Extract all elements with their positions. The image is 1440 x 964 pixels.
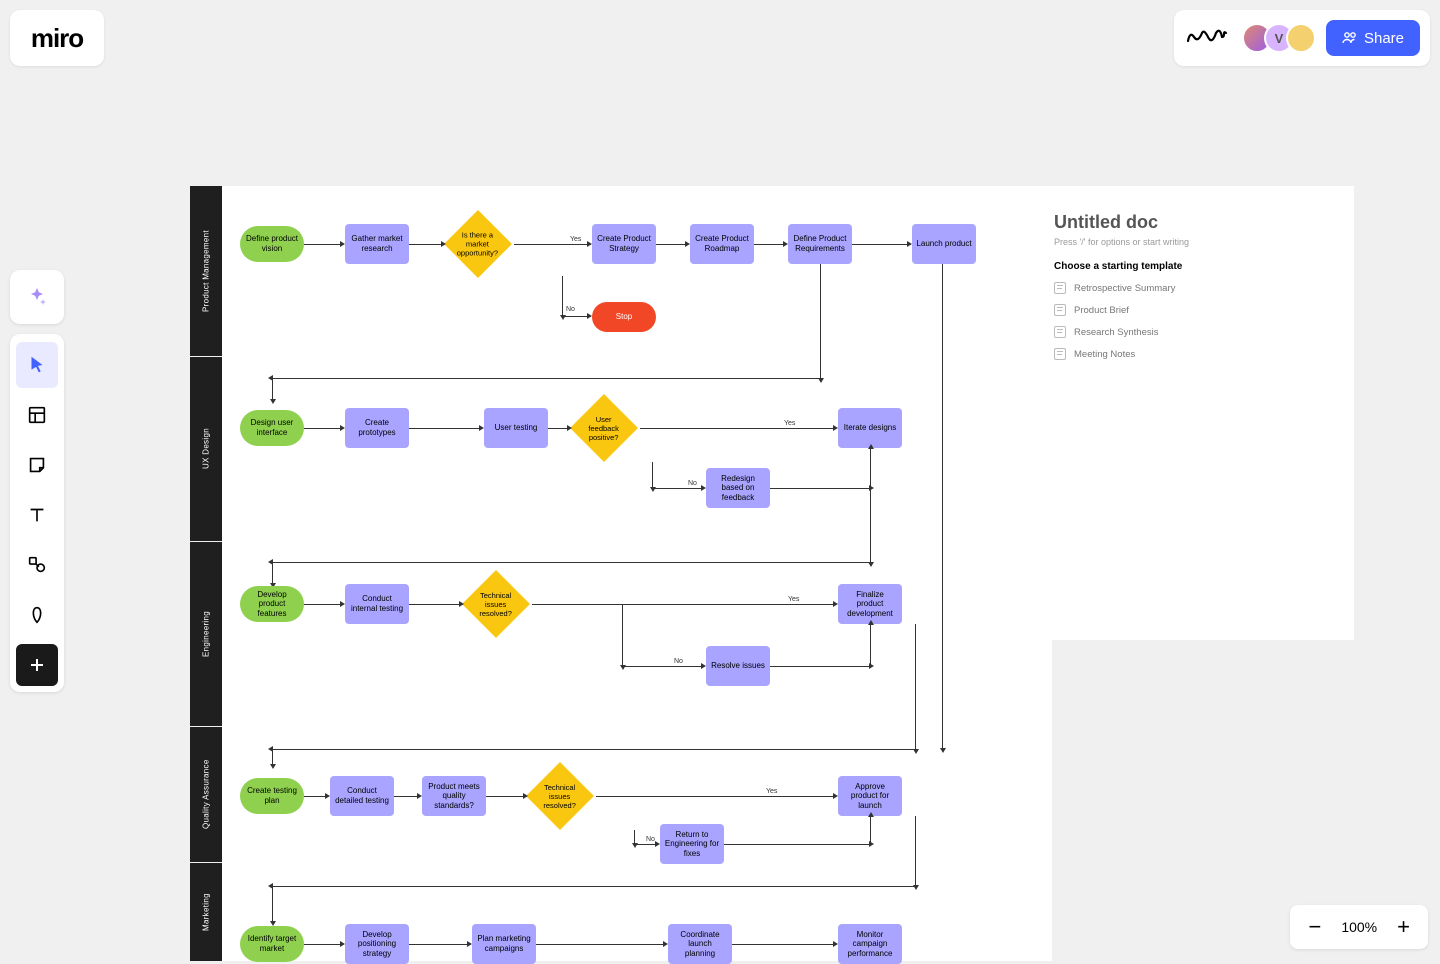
eng-resolve[interactable]: Resolve issues — [706, 646, 770, 686]
pm-req[interactable]: Define Product Requirements — [788, 224, 852, 264]
sparkle-icon — [25, 285, 49, 309]
lane-ux-header[interactable]: UX Design — [190, 357, 222, 541]
pm-research[interactable]: Gather market research — [345, 224, 409, 264]
pm-decision[interactable]: Is there a market opportunity? — [444, 210, 512, 278]
eng-test[interactable]: Conduct internal testing — [345, 584, 409, 624]
doc-panel[interactable]: Untitled doc Press '/' for options or st… — [1032, 186, 1354, 640]
doc-icon — [1054, 304, 1066, 316]
ux-test[interactable]: User testing — [484, 408, 548, 448]
pm-start[interactable]: Define product vision — [240, 226, 304, 262]
avatar[interactable] — [1286, 23, 1316, 53]
lane-pm-header[interactable]: Product Management — [190, 186, 222, 356]
plus-icon — [29, 657, 45, 673]
reactions-icon[interactable] — [1184, 23, 1232, 53]
select-tool[interactable] — [16, 342, 58, 388]
mkt-monitor[interactable]: Monitor campaign performance — [838, 924, 902, 964]
logo-text: miro — [31, 23, 83, 54]
qa-test[interactable]: Conduct detailed testing — [330, 776, 394, 816]
ai-button[interactable] — [10, 270, 64, 324]
pen-tool[interactable] — [16, 592, 58, 638]
doc-subtitle: Press '/' for options or start writing — [1054, 237, 1332, 247]
zoom-level[interactable]: 100% — [1341, 919, 1377, 935]
eng-finalize[interactable]: Finalize product development — [838, 584, 902, 624]
more-tools[interactable] — [16, 644, 58, 686]
pm-strategy[interactable]: Create Product Strategy — [592, 224, 656, 264]
lane-mkt-header[interactable]: Marketing — [190, 863, 222, 961]
pm-roadmap[interactable]: Create Product Roadmap — [690, 224, 754, 264]
toolbar — [10, 334, 64, 692]
eng-decision[interactable]: Technical issues resolved? — [462, 570, 530, 638]
sticky-tool[interactable] — [16, 442, 58, 488]
shapes-icon — [26, 554, 48, 576]
lane-eng-header[interactable]: Engineering — [190, 542, 222, 726]
template-item[interactable]: Meeting Notes — [1054, 348, 1332, 360]
ux-redesign[interactable]: Redesign based on feedback — [706, 468, 770, 508]
template-item[interactable]: Research Synthesis — [1054, 326, 1332, 338]
ux-iterate[interactable]: Iterate designs — [838, 408, 902, 448]
mkt-start[interactable]: Identify target market — [240, 926, 304, 962]
lane-qa-header[interactable]: Quality Assurance — [190, 727, 222, 862]
shapes-tool[interactable] — [16, 542, 58, 588]
swimlane-headers: Product Management UX Design Engineering… — [190, 186, 222, 961]
eng-start[interactable]: Develop product features — [240, 586, 304, 622]
doc-icon — [1054, 326, 1066, 338]
pm-launch[interactable]: Launch product — [912, 224, 976, 264]
header-controls: V Share — [1174, 10, 1430, 66]
pm-stop[interactable]: Stop — [592, 302, 656, 332]
ux-decision[interactable]: User feedback positive? — [570, 394, 638, 462]
zoom-out-button[interactable]: − — [1308, 914, 1321, 940]
doc-icon — [1054, 348, 1066, 360]
logo[interactable]: miro — [10, 10, 104, 66]
flowchart-canvas[interactable]: Define product vision Gather market rese… — [222, 186, 1052, 961]
text-icon — [26, 504, 48, 526]
template-heading: Choose a starting template — [1054, 261, 1332, 272]
sticky-icon — [26, 454, 48, 476]
zoom-controls: − 100% + — [1290, 905, 1428, 949]
template-item[interactable]: Product Brief — [1054, 304, 1332, 316]
collaborator-avatars[interactable]: V — [1242, 23, 1316, 53]
zoom-in-button[interactable]: + — [1397, 914, 1410, 940]
template-tool[interactable] — [16, 392, 58, 438]
cursor-icon — [26, 354, 48, 376]
qa-return[interactable]: Return to Engineering for fixes — [660, 824, 724, 864]
qa-standards[interactable]: Product meets quality standards? — [422, 776, 486, 816]
doc-icon — [1054, 282, 1066, 294]
qa-decision[interactable]: Technical issues resolved? — [526, 762, 594, 830]
mkt-pos[interactable]: Develop positioning strategy — [345, 924, 409, 964]
doc-title[interactable]: Untitled doc — [1054, 212, 1332, 233]
template-item[interactable]: Retrospective Summary — [1054, 282, 1332, 294]
template-icon — [26, 404, 48, 426]
text-tool[interactable] — [16, 492, 58, 538]
ux-start[interactable]: Design user interface — [240, 410, 304, 446]
qa-approve[interactable]: Approve product for launch — [838, 776, 902, 816]
people-icon — [1342, 30, 1358, 46]
qa-start[interactable]: Create testing plan — [240, 778, 304, 814]
mkt-coord[interactable]: Coordinate launch planning — [668, 924, 732, 964]
pen-icon — [26, 604, 48, 626]
share-button[interactable]: Share — [1326, 20, 1420, 56]
mkt-plan[interactable]: Plan marketing campaigns — [472, 924, 536, 964]
ux-proto[interactable]: Create prototypes — [345, 408, 409, 448]
